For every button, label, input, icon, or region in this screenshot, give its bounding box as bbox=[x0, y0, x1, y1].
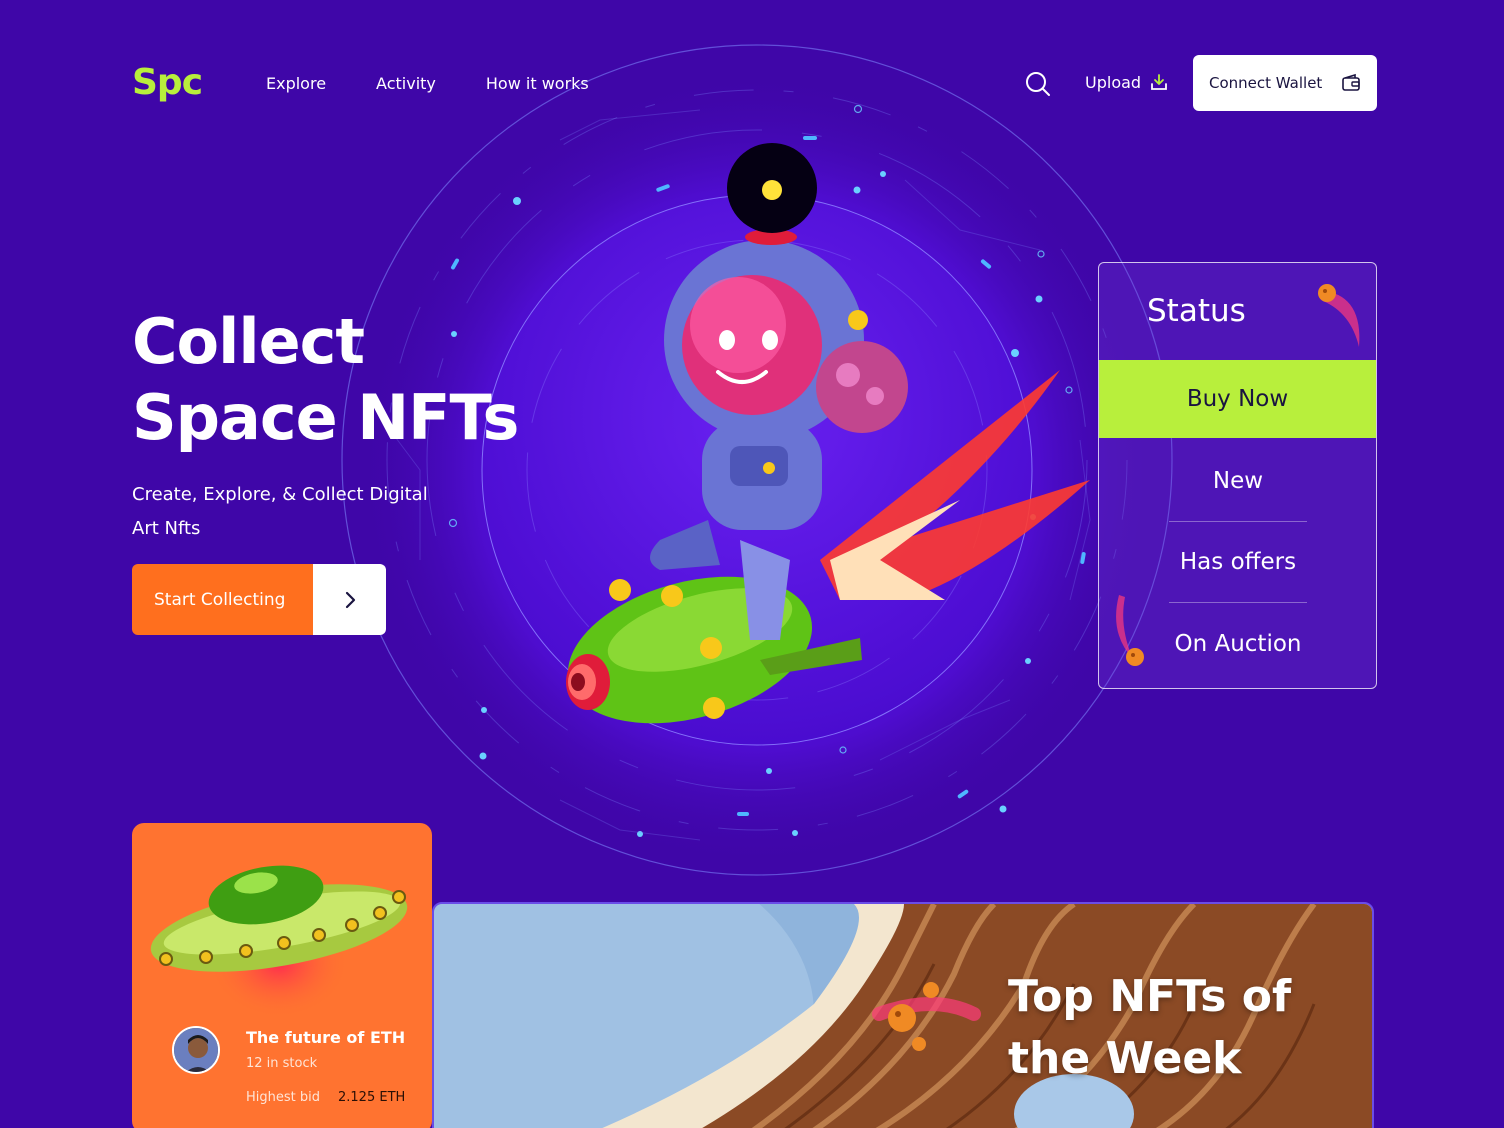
nav-how-it-works[interactable]: How it works bbox=[486, 74, 589, 93]
meteor-icon bbox=[1318, 284, 1360, 347]
nft-name: The future of ETH bbox=[246, 1028, 406, 1047]
upload-button[interactable]: Upload bbox=[1085, 72, 1169, 92]
upload-icon bbox=[1151, 74, 1167, 90]
cta-arrow bbox=[313, 564, 386, 635]
highest-bid-label: Highest bid bbox=[246, 1090, 320, 1105]
meteor-icon bbox=[1116, 595, 1144, 666]
connect-wallet-button[interactable]: Connect Wallet bbox=[1193, 55, 1377, 111]
start-collecting-label: Start Collecting bbox=[132, 564, 313, 635]
brand-logo[interactable]: Spc bbox=[132, 62, 203, 103]
status-option-has-offers[interactable]: Has offers bbox=[1169, 522, 1307, 603]
status-option-buy-now[interactable]: Buy Now bbox=[1099, 360, 1376, 438]
status-filter-panel: Status Buy Now New Has offers On Auction bbox=[1098, 262, 1377, 689]
hero-title-line1: Collect bbox=[132, 305, 365, 378]
hero-subtitle: Create, Explore, & Collect Digital Art N… bbox=[132, 484, 428, 539]
creator-avatar[interactable] bbox=[172, 1026, 220, 1074]
nft-card[interactable]: The future of ETH 12 in stock Highest bi… bbox=[132, 823, 432, 1128]
avatar-image bbox=[174, 1028, 218, 1072]
banner-title: Top NFTs of the Week bbox=[1008, 971, 1292, 1084]
main-nav: Explore Activity How it works bbox=[266, 74, 589, 93]
highest-bid-value: 2.125 ETH bbox=[338, 1090, 406, 1105]
nav-explore[interactable]: Explore bbox=[266, 74, 326, 93]
status-option-new[interactable]: New bbox=[1169, 441, 1307, 522]
start-collecting-button[interactable]: Start Collecting bbox=[132, 564, 386, 635]
status-option-on-auction[interactable]: On Auction bbox=[1169, 603, 1307, 684]
top-nfts-banner[interactable]: Top NFTs of the Week bbox=[432, 902, 1374, 1128]
chevron-right-icon bbox=[345, 591, 355, 608]
wallet-icon bbox=[1342, 73, 1360, 91]
upload-label: Upload bbox=[1085, 72, 1142, 92]
status-title: Status bbox=[1147, 293, 1246, 329]
ufo-illustration bbox=[150, 865, 408, 1018]
search-button[interactable] bbox=[1025, 71, 1051, 97]
nav-activity[interactable]: Activity bbox=[376, 74, 436, 93]
hero-title: Collect Space NFTs bbox=[132, 304, 552, 456]
search-icon bbox=[1026, 72, 1050, 96]
connect-wallet-label: Connect Wallet bbox=[1209, 74, 1323, 92]
hero-title-line2: Space NFTs bbox=[132, 381, 519, 454]
nft-stock: 12 in stock bbox=[246, 1056, 318, 1071]
